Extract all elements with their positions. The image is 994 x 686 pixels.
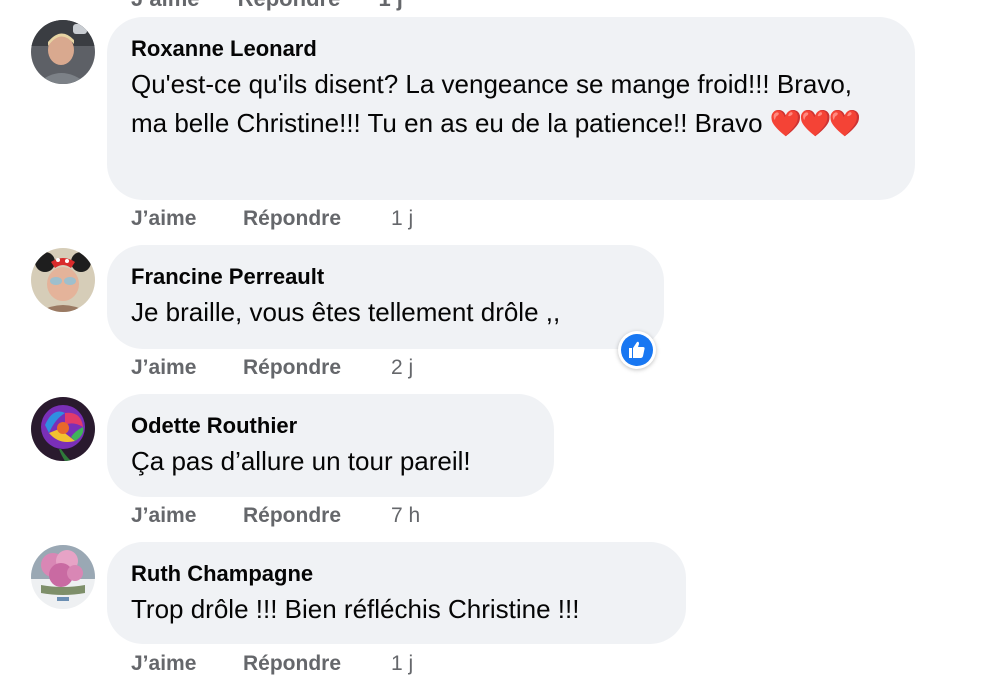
comment-bubble: Roxanne Leonard Qu'est-ce qu'ils disent?… xyxy=(107,17,915,200)
reply-button[interactable]: Répondre xyxy=(243,205,391,233)
avatar-francine-perreault[interactable] xyxy=(31,248,95,312)
like-button[interactable]: J’aime xyxy=(131,354,243,382)
reply-button[interactable]: Répondre xyxy=(243,650,391,678)
avatar-ruth-champagne[interactable] xyxy=(31,545,95,609)
comment-author[interactable]: Francine Perreault xyxy=(131,263,640,291)
like-button[interactable]: J’aime xyxy=(131,502,243,530)
comment-text: Trop drôle !!! Bien réfléchis Christine … xyxy=(131,594,580,624)
timestamp[interactable]: 2 j xyxy=(391,354,413,382)
like-button[interactable]: J’aime xyxy=(131,650,243,678)
like-icon xyxy=(629,341,645,358)
previous-reply-button[interactable]: Répondre xyxy=(238,0,341,11)
timestamp[interactable]: 7 h xyxy=(391,502,420,530)
like-reaction-circle xyxy=(621,334,653,366)
comment-text: Je braille, vous êtes tellement drôle ,, xyxy=(131,297,561,327)
comment-text: Qu'est-ce qu'ils disent? La vengeance se… xyxy=(131,65,891,143)
comment-text: Ça pas d’allure un tour pareil! xyxy=(131,446,471,476)
timestamp[interactable]: 1 j xyxy=(391,205,413,233)
avatar-photo-icon xyxy=(31,397,95,461)
avatar-odette-routhier[interactable] xyxy=(31,397,95,461)
reply-button[interactable]: Répondre xyxy=(243,354,391,382)
avatar-photo-icon xyxy=(31,248,95,312)
previous-timestamp[interactable]: 1 j xyxy=(378,0,402,11)
heart-emoji-icon: ❤️❤️❤️ xyxy=(769,108,861,138)
comment-actions: J’aime Répondre 2 j xyxy=(131,354,413,382)
like-button[interactable]: J’aime xyxy=(131,205,243,233)
avatar-photo-icon xyxy=(31,20,95,84)
comment-actions: J’aime Répondre 1 j xyxy=(131,650,413,678)
previous-like-button[interactable]: J’aime xyxy=(131,0,200,11)
comment-author[interactable]: Roxanne Leonard xyxy=(131,35,891,63)
comment-actions: J’aime Répondre 1 j xyxy=(131,205,413,233)
comment-author[interactable]: Odette Routhier xyxy=(131,412,530,440)
comment-bubble: Ruth Champagne Trop drôle !!! Bien réflé… xyxy=(107,542,686,644)
previous-comment-actions: J’aime Répondre 1 j xyxy=(131,0,435,12)
reaction-badge[interactable] xyxy=(618,331,656,369)
comment-actions: J’aime Répondre 7 h xyxy=(131,502,420,530)
avatar-roxanne-leonard[interactable] xyxy=(31,20,95,84)
comment-bubble: Francine Perreault Je braille, vous êtes… xyxy=(107,245,664,349)
avatar-photo-icon xyxy=(31,545,95,609)
timestamp[interactable]: 1 j xyxy=(391,650,413,678)
comment-bubble: Odette Routhier Ça pas d’allure un tour … xyxy=(107,394,554,497)
comment-author[interactable]: Ruth Champagne xyxy=(131,560,662,588)
reply-button[interactable]: Répondre xyxy=(243,502,391,530)
comment-text-body: Qu'est-ce qu'ils disent? La vengeance se… xyxy=(131,69,853,138)
